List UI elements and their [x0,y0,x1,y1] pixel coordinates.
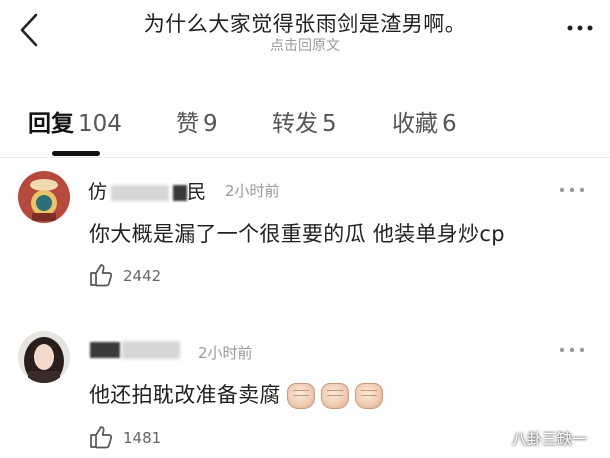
avatar[interactable] [18,171,70,223]
more-options-icon[interactable] [565,18,595,38]
redacted-name-blur-dark [173,184,188,201]
comment-more-icon[interactable] [558,343,586,357]
comment-author[interactable] [90,338,180,360]
redacted-name-blur-dark [90,341,120,358]
tab-replies-label: 回复 [28,111,74,137]
tab-likes-count: 9 [203,111,218,137]
watermark: 八卦三缺一 [512,430,588,448]
like-thumb-icon[interactable] [88,424,114,450]
tab-reposts[interactable]: 转发 5 [272,104,337,138]
comment-text: 他还拍耽改准备卖腐 [89,379,383,409]
like-count: 1481 [123,429,162,447]
active-tab-indicator [52,151,100,156]
comment-time: 2小时前 [198,344,253,362]
tabs-divider [0,157,610,158]
tab-reposts-label: 转发 [272,111,318,137]
avatar-image-icon [18,331,70,383]
avatar-image-icon [18,171,70,223]
comment-more-icon[interactable] [558,183,586,197]
tab-likes-label: 赞 [176,111,199,137]
fist-emoji-icon [320,383,349,409]
tab-favorites-count: 6 [442,111,457,137]
tab-reposts-count: 5 [322,111,337,137]
redacted-name-blur [122,340,180,359]
post-title: 为什么大家觉得张雨剑是渣男啊。 [143,12,467,36]
fist-emoji-icon [354,383,383,409]
comment-time: 2小时前 [225,182,280,200]
comment-author[interactable]: 仿民 [88,177,206,204]
redacted-name-blur [111,184,170,201]
tab-replies-count: 104 [78,111,122,137]
like-count: 2442 [123,267,162,285]
tab-favorites-label: 收藏 [392,111,438,137]
view-original-link[interactable]: 点击回原文 [0,35,610,55]
tab-likes[interactable]: 赞9 [176,104,218,138]
tab-replies[interactable]: 回复 104 [28,104,122,138]
author-name-suffix: 民 [187,181,207,203]
fist-emoji-icon [286,383,315,409]
comment-text: 你大概是漏了一个很重要的瓜 他装单身炒cp [89,222,505,246]
author-name-prefix: 仿 [88,181,108,203]
comment-text-content: 他还拍耽改准备卖腐 [89,383,281,407]
avatar[interactable] [18,331,70,383]
like-thumb-icon[interactable] [88,262,114,288]
tab-favorites[interactable]: 收藏 6 [392,104,457,138]
